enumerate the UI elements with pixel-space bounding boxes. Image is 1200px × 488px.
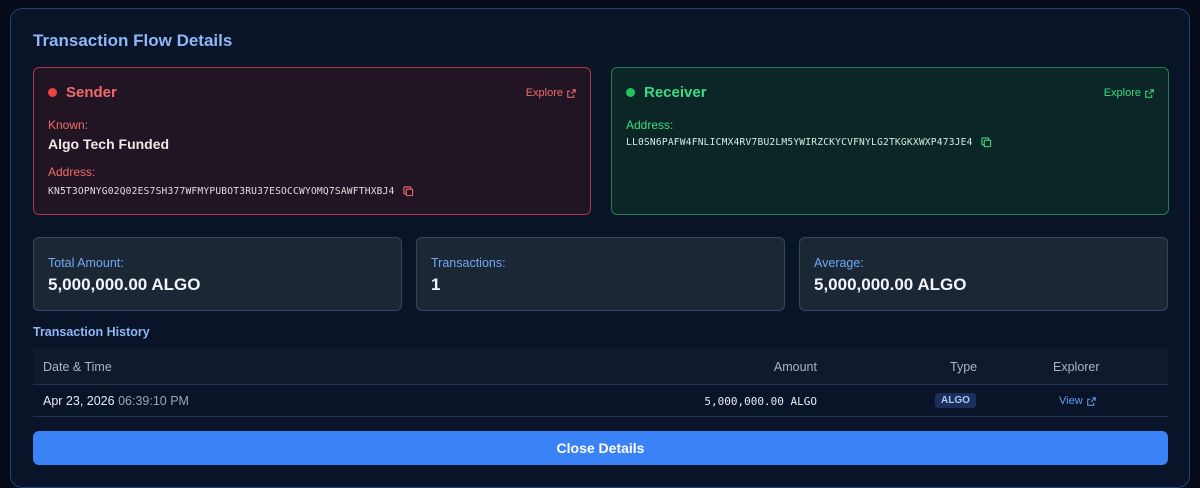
row-date: Apr 23, 2026 bbox=[43, 394, 115, 408]
copy-icon[interactable] bbox=[980, 137, 992, 148]
copy-icon[interactable] bbox=[402, 186, 414, 197]
sender-known-value: Algo Tech Funded bbox=[48, 136, 170, 152]
sender-explore-link[interactable]: Explore bbox=[526, 87, 576, 99]
receiver-explore-link[interactable]: Explore bbox=[1104, 87, 1154, 99]
row-datetime: Apr 23, 2026 06:39:10 PM bbox=[43, 394, 189, 408]
transactions-count-card: Transactions: 1 bbox=[416, 237, 785, 311]
row-view-link[interactable]: View bbox=[1059, 395, 1096, 407]
column-header-amount: Amount bbox=[773, 360, 817, 374]
history-table-header: Date & Time Amount Type Explorer bbox=[33, 349, 1168, 385]
receiver-status-dot bbox=[626, 88, 635, 97]
table-row: Apr 23, 2026 06:39:10 PM 5,000,000.00 AL… bbox=[33, 385, 1168, 417]
sender-card: Sender Explore Known: Algo Tech Funded A… bbox=[33, 67, 591, 215]
row-amount: 5,000,000.00 ALGO bbox=[704, 395, 817, 408]
row-view-label: View bbox=[1059, 395, 1083, 407]
average-value: 5,000,000.00 ALGO bbox=[814, 275, 967, 294]
sender-explore-label: Explore bbox=[525, 87, 563, 99]
receiver-header: Receiver bbox=[626, 84, 707, 101]
receiver-label: Receiver bbox=[644, 84, 707, 101]
transaction-flow-panel: Transaction Flow Details Sender Explore … bbox=[10, 8, 1190, 488]
transactions-label: Transactions: bbox=[431, 256, 506, 270]
receiver-address: LL0SN6PAFW4FNLICMX4RV7BU2LM5YWIRZCKYCVFN… bbox=[626, 137, 973, 148]
row-time: 06:39:10 PM bbox=[118, 394, 189, 408]
external-link-icon bbox=[1086, 396, 1096, 406]
average-label: Average: bbox=[814, 256, 864, 270]
column-header-type: Type bbox=[950, 360, 978, 374]
sender-address-label: Address: bbox=[48, 165, 96, 179]
sender-header: Sender bbox=[48, 84, 117, 101]
history-table: Date & Time Amount Type Explorer Apr 23,… bbox=[33, 349, 1168, 417]
external-link-icon bbox=[567, 88, 576, 98]
total-amount-value: 5,000,000.00 ALGO bbox=[48, 275, 201, 294]
sender-address-row: KN5T3OPNYG02Q02ES7SH377WFMYPUBOT3RU37ESO… bbox=[48, 186, 414, 197]
sender-status-dot bbox=[48, 88, 57, 97]
close-details-button[interactable]: Close Details bbox=[33, 431, 1168, 465]
type-badge: ALGO bbox=[935, 393, 976, 408]
total-amount-card: Total Amount: 5,000,000.00 ALGO bbox=[33, 237, 402, 311]
column-header-date: Date & Time bbox=[43, 360, 112, 374]
external-link-icon bbox=[1145, 88, 1154, 98]
column-header-explorer: Explorer bbox=[1053, 360, 1100, 374]
panel-title: Transaction Flow Details bbox=[33, 31, 233, 50]
history-title: Transaction History bbox=[33, 325, 150, 339]
average-card: Average: 5,000,000.00 ALGO bbox=[799, 237, 1168, 311]
sender-known-label: Known: bbox=[48, 118, 89, 132]
receiver-card: Receiver Explore Address: LL0SN6PAFW4FNL… bbox=[611, 67, 1169, 215]
receiver-address-row: LL0SN6PAFW4FNLICMX4RV7BU2LM5YWIRZCKYCVFN… bbox=[626, 137, 992, 148]
receiver-explore-label: Explore bbox=[1103, 87, 1141, 99]
total-amount-label: Total Amount: bbox=[48, 256, 124, 270]
sender-address: KN5T3OPNYG02Q02ES7SH377WFMYPUBOT3RU37ESO… bbox=[48, 186, 395, 197]
transactions-value: 1 bbox=[431, 275, 441, 294]
receiver-address-label: Address: bbox=[626, 118, 674, 132]
sender-label: Sender bbox=[66, 84, 117, 101]
